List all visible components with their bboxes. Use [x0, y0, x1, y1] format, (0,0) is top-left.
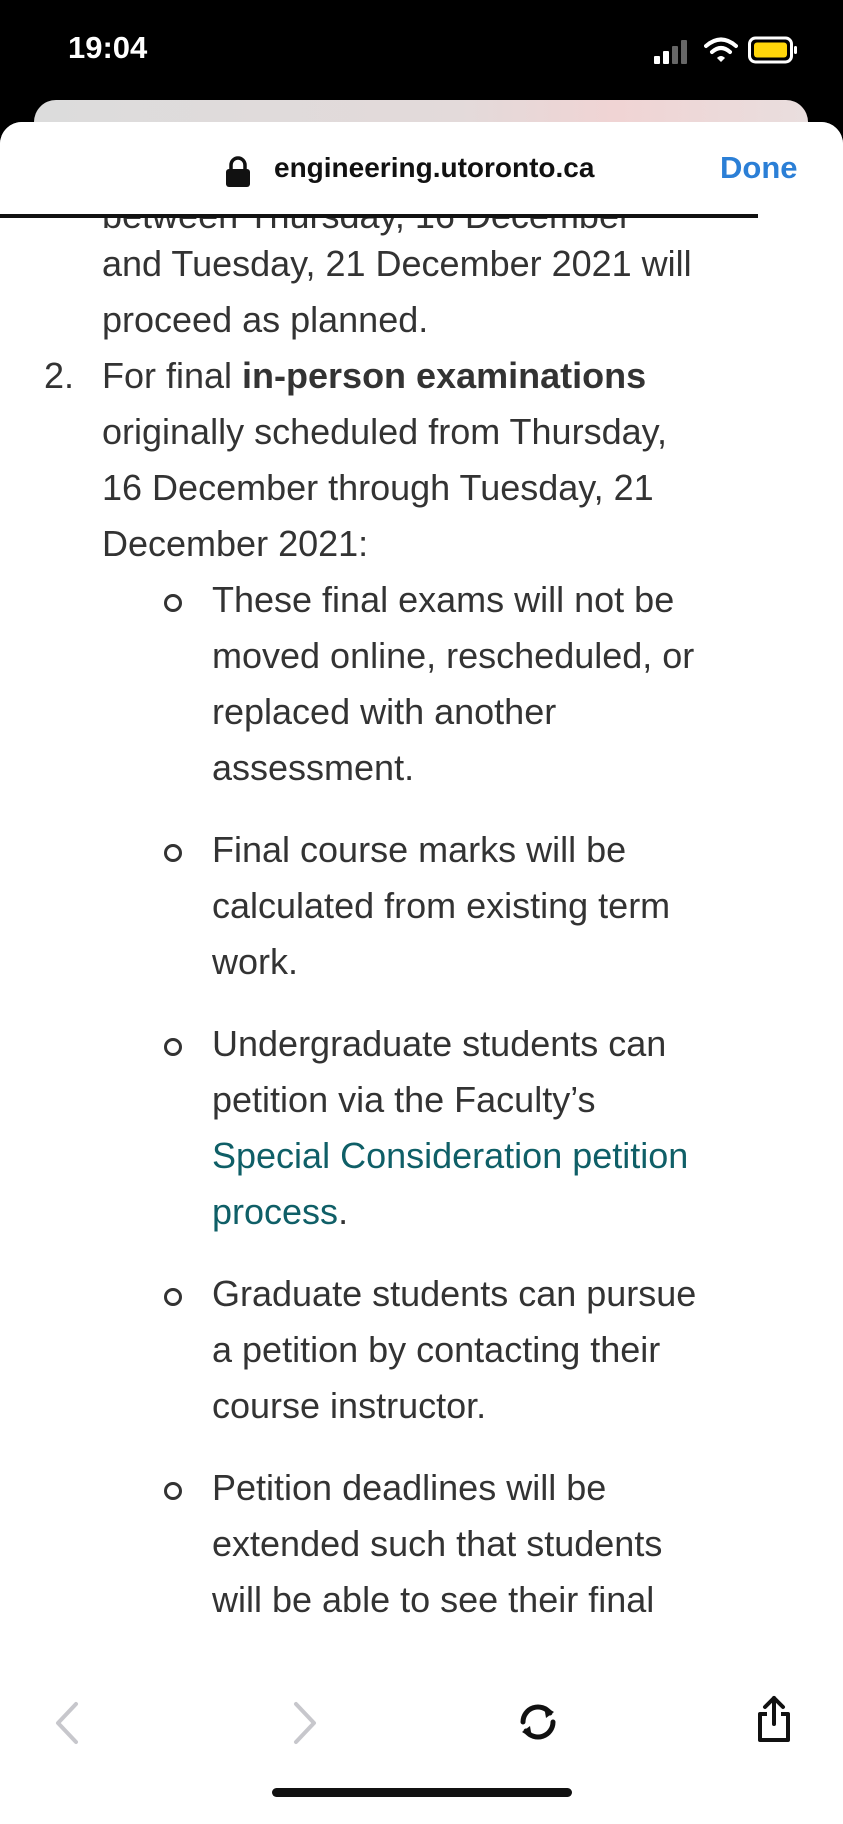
chevron-left-icon[interactable] — [52, 1700, 82, 1746]
bullet-text-line: process. — [212, 1190, 348, 1234]
bullet-text-line: a petition by contacting their — [212, 1329, 661, 1370]
bullet-text-line: moved online, rescheduled, or — [212, 635, 695, 676]
list-item-line: 16 December through Tuesday, 21 — [102, 467, 654, 508]
home-indicator[interactable] — [272, 1788, 572, 1797]
bullet-circle-icon — [164, 844, 182, 862]
share-icon[interactable] — [754, 1694, 794, 1744]
reload-icon[interactable] — [516, 1700, 560, 1744]
bullet-text-line: petition via the Faculty’s — [212, 1079, 596, 1120]
status-time: 19:04 — [68, 30, 148, 65]
list-item-line: proceed as planned. — [102, 299, 429, 340]
bullet-text-line: Undergraduate students can — [212, 1023, 667, 1064]
bullet-text-line: will be able to see their final — [212, 1579, 655, 1620]
bullet-text-line: assessment. — [212, 747, 415, 788]
bullet-text-line: These final exams will not be — [212, 579, 675, 620]
wifi-icon — [704, 37, 738, 62]
url-text[interactable]: engineering.utoronto.ca — [274, 152, 594, 184]
chevron-right-icon[interactable] — [290, 1700, 320, 1746]
bullet-circle-icon — [164, 1038, 182, 1056]
done-button[interactable]: Done — [720, 150, 798, 186]
bold-text: in-person examinations — [242, 355, 647, 396]
list-item-line: and Tuesday, 21 December 2021 will — [102, 243, 692, 284]
url-bar[interactable]: engineering.utoronto.ca Done — [0, 122, 843, 218]
bullet-text-line: work. — [212, 941, 299, 982]
list-number: 2. — [44, 355, 75, 396]
punctuation: . — [338, 1191, 349, 1232]
bullet-text-line: Petition deadlines will be — [212, 1467, 607, 1508]
partial-text-line: between Thursday, 16 December — [102, 218, 631, 238]
list-item-line: For final in-person examinations — [102, 354, 646, 398]
status-bar: 19:04 — [0, 0, 843, 110]
bullet-text-line: extended such that students — [212, 1523, 663, 1564]
petition-process-link[interactable]: process — [212, 1191, 338, 1232]
list-item-line: originally scheduled from Thursday, — [102, 411, 667, 452]
bullet-text-line: replaced with another — [212, 691, 557, 732]
bullet-text-line: Final course marks will be — [212, 829, 627, 870]
bullet-text-line: calculated from existing term — [212, 885, 671, 926]
bullet-circle-icon — [164, 1288, 182, 1306]
article-content: between Thursday, 16 December and Tuesda… — [0, 218, 843, 1658]
bullet-circle-icon — [164, 594, 182, 612]
cellular-signal-icon — [654, 40, 687, 64]
list-item-line: December 2021: — [102, 523, 369, 564]
bullet-text-line: Graduate students can pursue — [212, 1273, 697, 1314]
browser-sheet: engineering.utoronto.ca Done between Thu… — [0, 122, 843, 1824]
list-item-text: For final — [102, 355, 243, 396]
bullet-text-line: course instructor. — [212, 1385, 487, 1426]
lock-icon — [226, 156, 250, 187]
browser-toolbar — [0, 1658, 843, 1824]
battery-icon — [748, 36, 797, 64]
bullet-circle-icon — [164, 1482, 182, 1500]
petition-process-link[interactable]: Special Consideration petition — [212, 1134, 688, 1178]
